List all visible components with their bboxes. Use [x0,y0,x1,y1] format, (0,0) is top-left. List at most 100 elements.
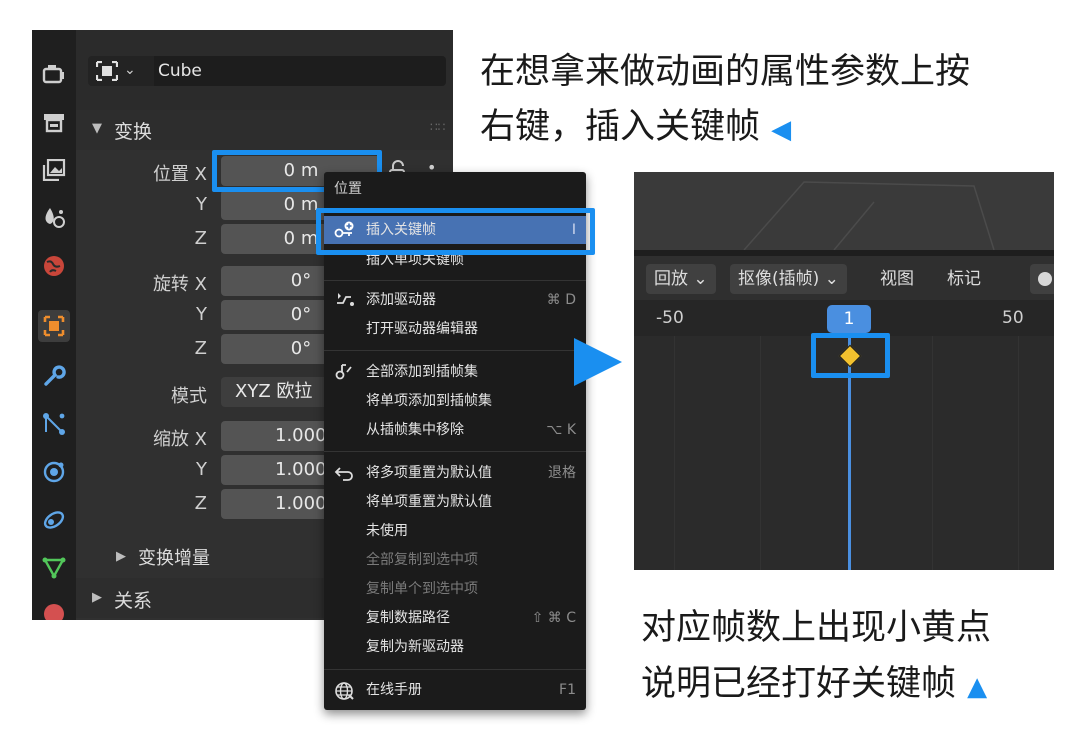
world-tab-icon[interactable] [38,250,70,282]
rotation-x-value: 0° [290,270,312,291]
physics-tab-icon[interactable] [38,456,70,488]
transform-section-title: 变换 [114,121,153,143]
particles-tab-icon[interactable] [38,408,70,440]
menu-item-copy-single-to-selected: 复制单个到选中项 [324,575,586,603]
menu-item-label: 添加驱动器 [366,292,436,308]
menu-item-label: 全部复制到选中项 [366,552,478,568]
keyframe-highlight [811,333,890,378]
current-frame-indicator[interactable]: 1 [827,305,871,333]
ruler-label-minus50: -50 [656,308,684,328]
globe-icon [334,681,356,700]
constraints-tab-icon[interactable] [38,504,70,536]
menu-item-unused[interactable]: 未使用 [324,517,586,545]
object-data-tab-icon[interactable] [38,552,70,584]
material-tab-icon[interactable] [38,596,70,620]
menu-item-shortcut: ⌘ D [546,292,576,308]
location-z-label: Z [194,228,207,249]
grid-line [760,336,761,570]
scale-x-label: 缩放 X [152,429,207,450]
rotation-y-value: 0° [290,304,312,325]
location-z-value: 0 m [283,228,319,249]
expand-triangle-icon: ▶ [92,590,102,605]
record-icon [1038,272,1052,286]
annotation-bottom-line2: 说明已经打好关键帧 ▲ [641,660,987,711]
scale-z-label: Z [194,493,207,514]
modifier-tab-icon[interactable] [38,360,70,392]
menu-separator [324,451,586,452]
insert-keyframe-highlight [316,208,595,255]
object-name-field[interactable]: Cube [154,56,446,86]
view-layer-tab-icon[interactable] [38,154,70,186]
undo-arrow-icon [334,464,356,482]
menu-item-shortcut: ⇧ ⌘ C [531,610,576,626]
rotation-z-label: Z [194,338,207,359]
object-type-selector[interactable]: ⌄ [88,56,154,86]
playback-label: 回放 [654,269,688,289]
menu-item-copy-data-path[interactable]: 复制数据路径 ⇧ ⌘ C [324,604,586,632]
transform-section-header[interactable]: ▼ 变换 ∷∷ [76,110,453,150]
menu-item-add-driver[interactable]: 添加驱动器 ⌘ D [324,286,586,314]
object-name-text: Cube [158,61,202,81]
menu-item-reset-single-to-default[interactable]: 将单项重置为默认值 [324,488,586,516]
menu-item-add-single-to-keying-set[interactable]: 将单项添加到插帧集 [324,387,586,415]
menu-item-reset-all-to-default[interactable]: 将多项重置为默认值 退格 [324,459,586,487]
record-button[interactable] [1030,264,1054,294]
keying-set-icon [334,363,356,381]
annotation-top-line2-text: 右键，插入关键帧 [480,107,761,147]
annotation-top-line1: 在想拿来做动画的属性参数上按 [480,52,971,92]
annotation-bottom-line1: 对应帧数上出现小黄点 [641,608,992,648]
menu-item-label: 将单项重置为默认值 [366,494,492,510]
location-y-label: Y [196,194,207,215]
annotation-top-line2: 右键，插入关键帧 ◀ [480,103,791,154]
triangle-left-icon: ◀ [771,115,792,145]
rotation-x-label: 旋转 X [152,274,207,295]
rotation-mode-label: 模式 [171,386,207,407]
render-tab-icon[interactable] [38,58,70,90]
viewport-preview [634,172,1054,250]
menu-item-label: 从插帧集中移除 [366,422,464,438]
expand-triangle-icon: ▶ [116,549,126,564]
menu-item-label: 将单项添加到插帧集 [366,393,492,409]
current-frame-number: 1 [843,309,855,329]
menu-separator [324,669,586,670]
keying-menu[interactable]: 抠像(插帧) ⌄ [730,264,847,294]
scale-y-label: Y [196,459,207,480]
ruler-label-50: 50 [1002,308,1024,328]
menu-item-shortcut: ⌥ K [546,422,576,438]
menu-item-add-all-to-keying-set[interactable]: 全部添加到插帧集 [324,358,586,386]
chevron-down-icon: ⌄ [824,269,839,289]
context-menu-title: 位置 [334,181,362,197]
menu-item-label: 将多项重置为默认值 [366,465,492,481]
menu-item-shortcut: F1 [559,682,576,698]
viewport-lines [743,181,995,250]
menu-separator [324,280,586,281]
grid-line [674,336,675,570]
menu-item-copy-all-to-selected: 全部复制到选中项 [324,546,586,574]
rotation-mode-value: XYZ 欧拉 [235,381,313,402]
menu-item-remove-from-keying-set[interactable]: 从插帧集中移除 ⌥ K [324,416,586,444]
right-arrow-icon [574,338,622,386]
menu-item-open-driver-editor[interactable]: 打开驱动器编辑器 [324,315,586,343]
playback-menu[interactable]: 回放 ⌄ [646,264,716,294]
relations-section-title: 关系 [114,590,153,612]
collapse-triangle-icon: ▼ [92,121,102,136]
scene-tab-icon[interactable] [38,202,70,234]
menu-separator [324,350,586,351]
delta-transform-title: 变换增量 [138,548,210,569]
view-menu[interactable]: 视图 [880,264,914,294]
menu-item-copy-as-new-driver[interactable]: 复制为新驱动器 [324,633,586,661]
drag-handle-icon[interactable]: ∷∷ [430,120,445,134]
menu-item-label: 打开驱动器编辑器 [366,321,478,337]
location-x-label: 位置 X [152,164,207,185]
output-tab-icon[interactable] [38,106,70,138]
scale-z-value: 1.000 [275,493,327,514]
menu-item-online-manual[interactable]: 在线手册 F1 [324,676,586,704]
keying-label: 抠像(插帧) [738,269,820,289]
scale-y-value: 1.000 [275,459,327,480]
object-tab-icon[interactable] [38,310,70,342]
menu-item-label: 复制为新驱动器 [366,639,464,655]
chevron-down-icon: ⌄ [693,269,708,289]
marker-menu[interactable]: 标记 [947,264,981,294]
menu-item-label: 全部添加到插帧集 [366,364,478,380]
scale-x-value: 1.000 [275,425,327,446]
